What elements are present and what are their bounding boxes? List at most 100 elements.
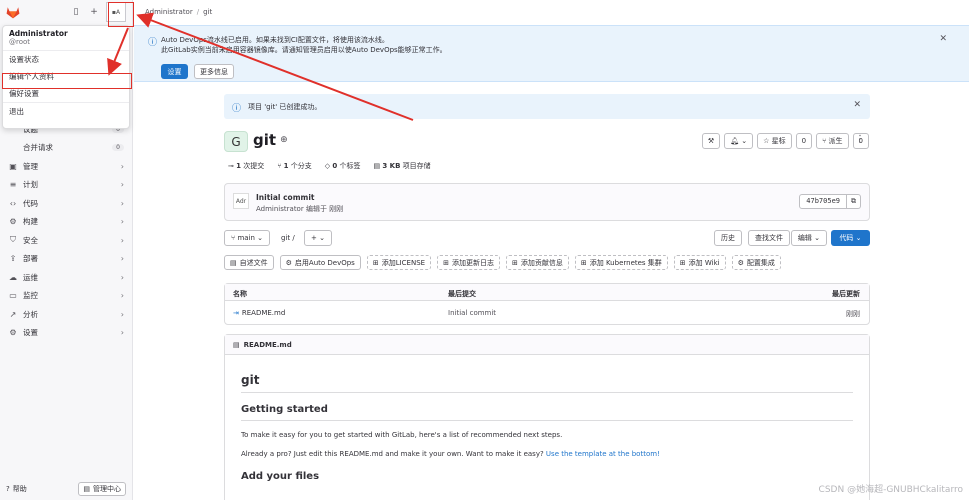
repo-path[interactable]: git / bbox=[281, 234, 295, 242]
branches-stat[interactable]: ⑂ 1 个分支 bbox=[277, 161, 312, 171]
commits-stat[interactable]: ⊸ 1 次提交 bbox=[228, 161, 264, 171]
new-item-icon[interactable]: + bbox=[88, 6, 100, 18]
watermark: CSDN @她海超-GNUBHCkalitarro bbox=[818, 485, 963, 495]
readme-title[interactable]: README.md bbox=[244, 341, 292, 349]
readme-paragraph-text: Already a pro? Just edit this README.md … bbox=[241, 450, 544, 458]
file-name-link[interactable]: ⇥ README.md bbox=[233, 309, 285, 317]
branch-selector[interactable]: ⑂ main ⌄ bbox=[224, 230, 271, 246]
user-handle: @root bbox=[9, 38, 31, 46]
add-wiki-button[interactable]: ⊞ 添加 Wiki bbox=[673, 255, 726, 270]
admin-area-button[interactable]: ▤ 管理中心 bbox=[78, 482, 126, 496]
briefcase-icon: ▣ bbox=[9, 161, 17, 171]
commit-meta: Administrator 编辑于 刚刚 bbox=[256, 205, 344, 213]
notifications-dropdown[interactable]: 🔔︎ ⌄ bbox=[724, 133, 754, 149]
close-icon[interactable]: ✕ bbox=[853, 100, 861, 110]
tags-count: 0 bbox=[332, 162, 338, 170]
star-button[interactable]: ☆ 星标 bbox=[757, 133, 792, 149]
sidebar-footer: ? 帮助 ▤ 管理中心 bbox=[6, 482, 126, 496]
add-license-button[interactable]: ⊞ 添加LICENSE bbox=[366, 255, 432, 270]
chevron-down-icon: ⌄ bbox=[855, 234, 862, 242]
storage-stat[interactable]: ▤ 3 KB 项目存储 bbox=[374, 161, 431, 171]
configure-integrations-button[interactable]: ⚙ 配置集成 bbox=[731, 255, 781, 270]
user-menu-header[interactable]: Administrator @root bbox=[3, 26, 129, 51]
alert-text-line1: Auto DevOps流水线已启用。如果未找到CI配置文件，将使用该流水线。 bbox=[161, 36, 389, 44]
sidebar-item-deploy[interactable]: ⇪ 部署 › bbox=[0, 250, 132, 269]
annotation-box-avatar bbox=[108, 2, 134, 27]
commits-label: 次提交 bbox=[243, 162, 265, 170]
divider bbox=[241, 420, 853, 421]
sidebar-item-analyze[interactable]: ↗ 分析 › bbox=[0, 305, 132, 324]
markdown-icon: ⇥ bbox=[233, 309, 239, 317]
chevron-down-icon: ⌄ bbox=[741, 137, 748, 145]
star-count[interactable]: 0 bbox=[795, 133, 813, 149]
project-avatar: G bbox=[224, 131, 248, 152]
chevron-right-icon: › bbox=[120, 217, 124, 227]
find-file-button[interactable]: 查找文件 bbox=[748, 230, 790, 246]
project-title: git ⊕ bbox=[253, 131, 288, 149]
help-button[interactable]: ? 帮助 bbox=[6, 484, 27, 494]
add-kubernetes-button[interactable]: ⊞ 添加 Kubernetes 集群 bbox=[574, 255, 668, 270]
fork-icon: ⑂ bbox=[822, 137, 827, 145]
table-row[interactable]: ⇥ README.md Initial commit 刚刚 bbox=[225, 301, 869, 325]
commit-title-link[interactable]: Initial commit bbox=[256, 193, 314, 202]
chevron-down-icon: ⌄ bbox=[319, 234, 325, 242]
sidebar-item-label: 合并请求 bbox=[23, 143, 53, 153]
commit-author-avatar[interactable]: Adr bbox=[233, 193, 249, 209]
set-status-item[interactable]: 设置状态 bbox=[3, 51, 129, 68]
configure-integrations-label: 配置集成 bbox=[746, 258, 775, 267]
count-badge: 0 bbox=[112, 144, 124, 152]
fork-button[interactable]: ⑂ 派生 bbox=[816, 133, 849, 149]
code-dropdown[interactable]: 代码 ⌄ bbox=[831, 230, 870, 246]
sidebar-item-operate[interactable]: ☁ 运维 › bbox=[0, 268, 132, 287]
history-button[interactable]: 历史 bbox=[714, 230, 742, 246]
sidebar-item-plan[interactable]: ≡ 计划 › bbox=[0, 176, 132, 195]
sidebar-item-merge-requests[interactable]: 合并请求 0 bbox=[0, 139, 132, 158]
add-contributing-button[interactable]: ⊞ 添加贡献信息 bbox=[505, 255, 569, 270]
sign-out-item[interactable]: 退出 bbox=[3, 103, 129, 120]
star-icon: ☆ bbox=[763, 137, 770, 145]
enable-autodevops-button[interactable]: ⚙ 启用Auto DevOps bbox=[279, 255, 361, 270]
deploy-icon: ⇪ bbox=[9, 254, 17, 264]
add-to-tree-dropdown[interactable]: + ⌄ bbox=[304, 230, 332, 246]
sidebar-item-build[interactable]: ⚙ 构建 › bbox=[0, 213, 132, 232]
add-kubernetes-label: 添加 Kubernetes 集群 bbox=[589, 258, 662, 267]
commit-sha-group: 47b705e9 ⧉ bbox=[799, 194, 861, 209]
close-icon[interactable]: ✕ bbox=[939, 34, 947, 44]
sidebar-toggle-icon[interactable]: ▯ bbox=[70, 6, 82, 18]
readme-panel: ▤ README.md git Getting started To make … bbox=[224, 334, 870, 500]
commit-sha-button[interactable]: 47b705e9 bbox=[799, 194, 847, 209]
gitlab-logo-icon[interactable] bbox=[6, 6, 20, 19]
sidebar-item-monitor[interactable]: ▭ 监控 › bbox=[0, 287, 132, 306]
project-stats: ⊸ 1 次提交 ⑂ 1 个分支 ◇ 0 个标签 ▤ 3 KB 项目存储 bbox=[228, 161, 431, 171]
edit-dropdown[interactable]: 编辑 ⌄ bbox=[790, 230, 827, 246]
copy-icon[interactable]: ⧉ bbox=[847, 194, 861, 209]
gear-icon: ⚙ bbox=[737, 258, 744, 267]
chevron-right-icon: › bbox=[120, 328, 124, 338]
template-link[interactable]: Use the template at the bottom! bbox=[546, 450, 660, 458]
commit-icon: ⊸ bbox=[228, 162, 234, 170]
admin-icon: ▤ bbox=[83, 485, 90, 493]
more-actions-icon[interactable]: ⋮ bbox=[855, 134, 865, 145]
sidebar-item-secure[interactable]: ⛉ 安全 › bbox=[0, 231, 132, 250]
sidebar-item-label: 运维 bbox=[23, 272, 38, 282]
breadcrumb-root-link[interactable]: Administrator bbox=[145, 8, 193, 16]
more-info-button[interactable]: 更多信息 bbox=[194, 64, 234, 79]
admin-label: 管理中心 bbox=[93, 485, 121, 493]
project-actions: ⚒ 🔔︎ ⌄ ☆ 星标 0 ⑂ 派生 0 bbox=[701, 133, 869, 149]
admin-wrench-button[interactable]: ⚒ bbox=[701, 133, 721, 149]
add-changelog-button[interactable]: ⊞ 添加更新日志 bbox=[437, 255, 500, 270]
sidebar-item-manage[interactable]: ▣ 管理 › bbox=[0, 157, 132, 176]
sidebar-item-settings[interactable]: ⚙ 设置 › bbox=[0, 324, 132, 343]
readme-button[interactable]: ▤ 自述文件 bbox=[224, 255, 274, 270]
settings-button[interactable]: 设置 bbox=[161, 64, 188, 79]
tags-stat[interactable]: ◇ 0 个标签 bbox=[325, 161, 361, 171]
sidebar-item-code[interactable]: ‹› 代码 › bbox=[0, 194, 132, 213]
last-commit-box: Adr Initial commit Administrator 编辑于 刚刚 … bbox=[224, 183, 870, 221]
chevron-right-icon: › bbox=[120, 198, 124, 208]
shield-icon: ⛉ bbox=[10, 235, 16, 245]
add-contributing-label: 添加贡献信息 bbox=[520, 258, 563, 267]
monitor-icon: ☁ bbox=[9, 272, 17, 282]
file-commit-link[interactable]: Initial commit bbox=[448, 309, 496, 317]
info-icon: ⓘ bbox=[148, 38, 158, 48]
breadcrumb-current-link[interactable]: git bbox=[203, 8, 212, 16]
